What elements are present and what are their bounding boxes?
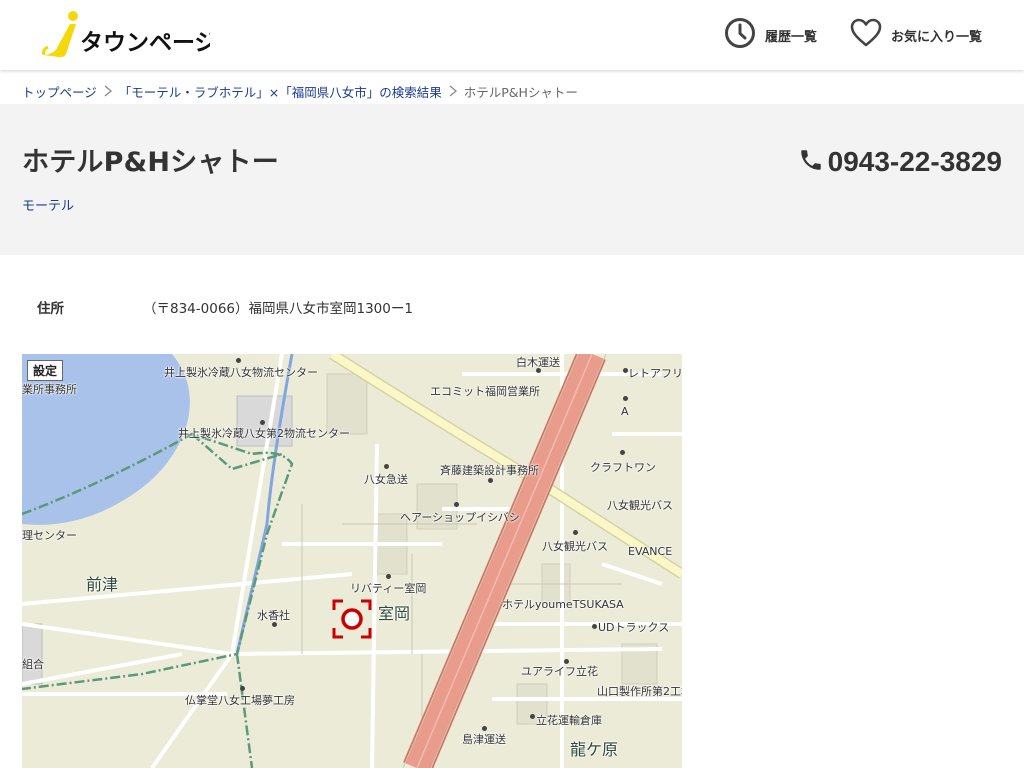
- category-link[interactable]: モーテル: [22, 195, 74, 214]
- map-label: 業所事務所: [22, 383, 77, 396]
- poi-dot: [573, 530, 578, 535]
- listing-header: ホテルP&Hシャトー モーテル 0943-22-3829: [0, 104, 1024, 255]
- map-label: エコミット福岡営業所: [430, 385, 540, 398]
- poi-dot: [386, 574, 391, 579]
- location-marker-icon: [332, 599, 372, 639]
- page-title: ホテルP&Hシャトー: [22, 147, 279, 178]
- address-value: （〒834-0066）福岡県八女市室岡1300ー1: [143, 301, 413, 317]
- map-label: 仏掌堂八女工場夢工房: [185, 694, 295, 707]
- map-label: 山口製作所第2工場: [597, 685, 682, 698]
- location-map[interactable]: 設定 井上製氷冷蔵八女物流センター 白木運送 レトアフリー 業所事務所 エコミッ…: [22, 354, 682, 768]
- history-list-link[interactable]: 履歴一覧: [724, 18, 817, 52]
- map-label: 斉藤建築設計事務所: [440, 464, 539, 477]
- history-list-label: 履歴一覧: [765, 29, 818, 45]
- clock-icon: [724, 17, 756, 53]
- map-settings-button[interactable]: 設定: [27, 360, 64, 381]
- poi-dot: [454, 502, 459, 507]
- map-label: 八女急送: [364, 473, 408, 486]
- map-label: 井上製氷冷蔵八女第2物流センター: [178, 427, 350, 440]
- map-label: レトアフリー: [628, 367, 682, 380]
- map-label: ユアライフ立花: [521, 665, 598, 678]
- map-label: ホテルyoumeTSUKASA: [502, 598, 624, 611]
- poi-dot: [592, 624, 597, 629]
- map-label: 島津運送: [462, 733, 506, 746]
- breadcrumb-home-link[interactable]: トップページ: [22, 82, 97, 101]
- poi-dot: [530, 714, 535, 719]
- map-label-area: 龍ケ原: [570, 740, 619, 759]
- map-label: 立花運輸倉庫: [536, 714, 602, 727]
- map-label: 組合: [22, 658, 44, 671]
- map-label: 白木運送: [516, 356, 560, 369]
- map-label: リバティー室岡: [350, 582, 427, 595]
- map-label: A: [621, 405, 629, 418]
- poi-dot: [236, 358, 241, 363]
- favorites-list-label: お気に入り一覧: [891, 29, 983, 45]
- address-row: 住所 （〒834-0066）福岡県八女市室岡1300ー1: [0, 294, 700, 318]
- favorites-list-link[interactable]: お気に入り一覧: [850, 18, 982, 52]
- phone-icon: [798, 147, 824, 177]
- chevron-right-icon: [103, 85, 113, 97]
- poi-dot: [488, 478, 493, 483]
- logo-wordmark: タウンページ: [80, 30, 210, 56]
- map-label: クラフトワン: [590, 461, 656, 474]
- breadcrumb-search-results-link[interactable]: 「モーテル・ラブホテル」×「福岡県八女市」の検索結果: [119, 82, 442, 101]
- poi-dot: [620, 450, 625, 455]
- phone-number: 0943-22-3829: [827, 146, 1002, 177]
- breadcrumb: トップページ 「モーテル・ラブホテル」×「福岡県八女市」の検索結果 ホテルP&H…: [22, 82, 578, 100]
- map-label-area: 前津: [86, 575, 119, 594]
- map-label: 水香社: [257, 609, 290, 622]
- map-label: EVANCE: [628, 545, 673, 558]
- map-label: 八女観光バス: [542, 540, 608, 553]
- poi-dot: [623, 396, 628, 401]
- map-label: ヘアーショップイシバシ: [400, 511, 520, 524]
- map-label-area: 室岡: [378, 604, 411, 623]
- map-label: UDトラックス: [598, 621, 670, 634]
- poi-dot: [240, 686, 245, 691]
- map-canvas: [22, 354, 682, 768]
- poi-dot: [384, 464, 389, 469]
- site-header: タウンページ 履歴一覧 お気に入り一覧: [0, 0, 1024, 70]
- breadcrumb-current: ホテルP&Hシャトー: [463, 84, 578, 100]
- phone-link[interactable]: 0943-22-3829: [798, 146, 1002, 178]
- itownpage-logo[interactable]: タウンページ: [40, 10, 210, 60]
- map-label: 理センター: [22, 529, 77, 542]
- map-label: 井上製氷冷蔵八女物流センター: [164, 366, 318, 379]
- heart-icon: [850, 18, 882, 52]
- address-label: 住所: [37, 301, 64, 317]
- map-label: 八女観光バス: [607, 499, 673, 512]
- chevron-right-icon: [448, 85, 458, 97]
